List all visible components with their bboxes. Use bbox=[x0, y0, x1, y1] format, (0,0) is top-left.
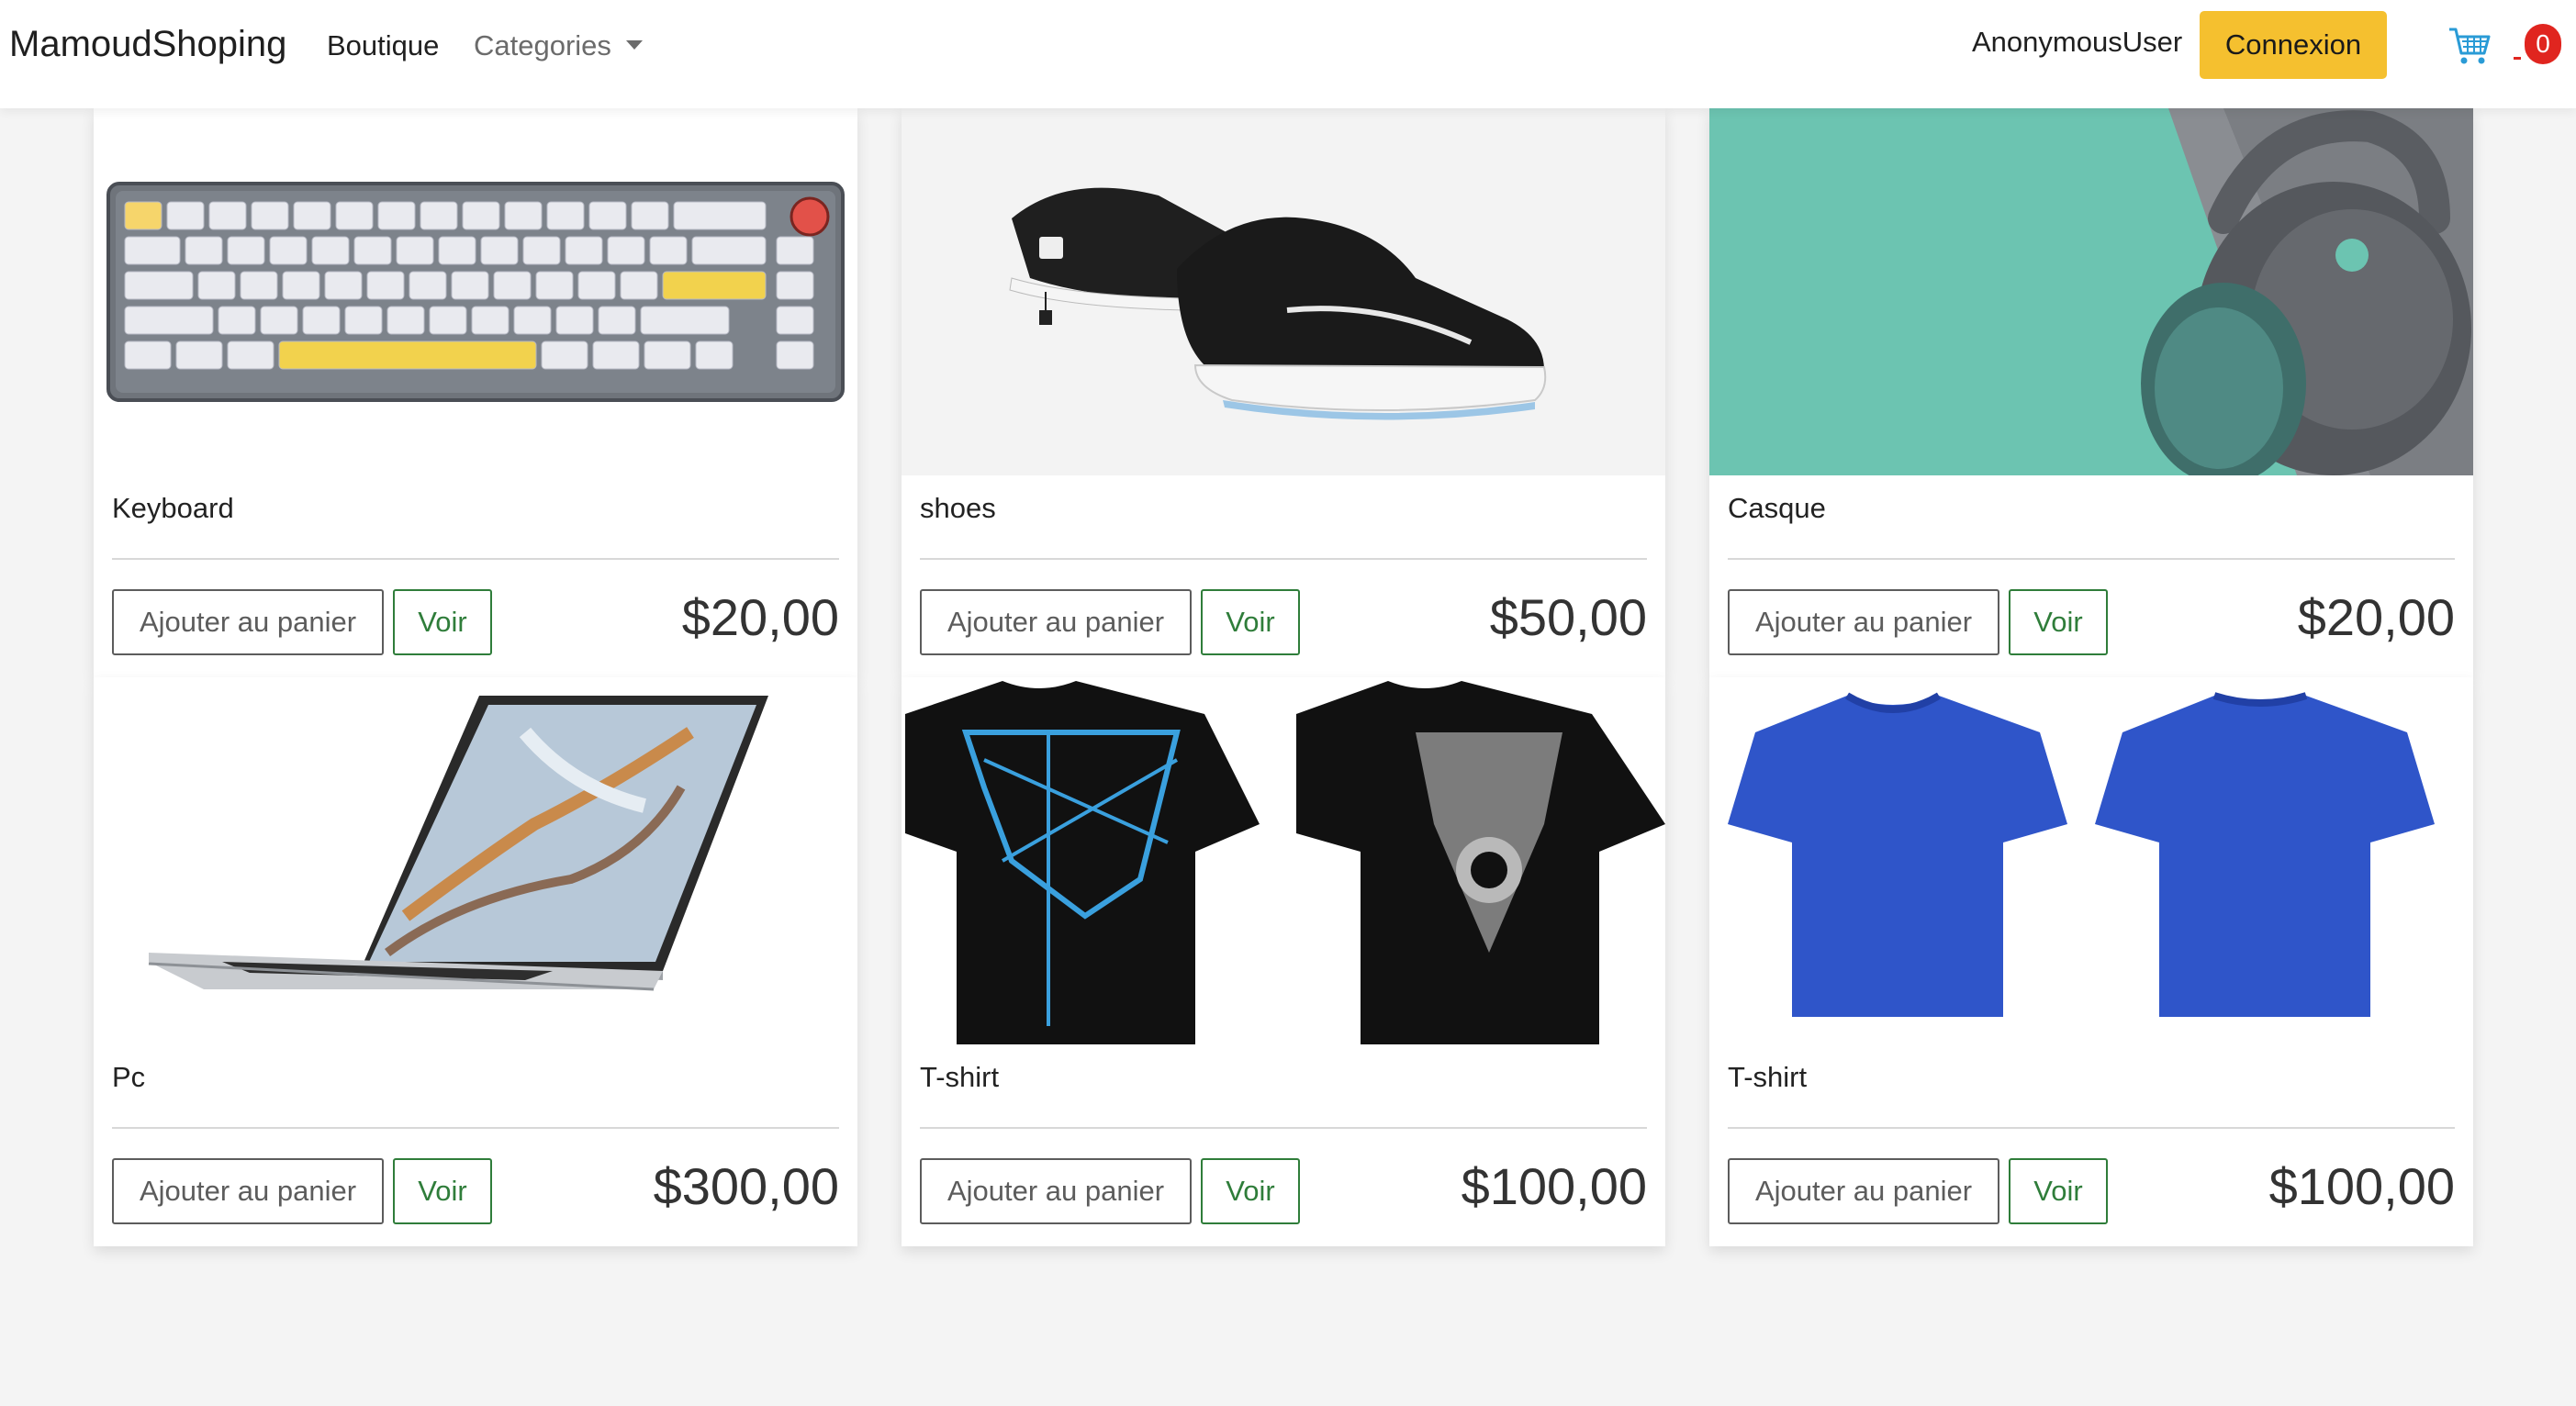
product-card: Pc Ajouter au panier Voir $300,00 bbox=[94, 677, 857, 1246]
product-image-headphones[interactable] bbox=[1709, 108, 2473, 475]
product-card: Keyboard Ajouter au panier Voir $20,00 bbox=[94, 108, 857, 677]
card-divider bbox=[920, 1127, 1647, 1129]
nav-boutique-link[interactable]: Boutique bbox=[327, 29, 439, 62]
view-product-button[interactable]: Voir bbox=[2009, 1158, 2108, 1224]
add-to-cart-button[interactable]: Ajouter au panier bbox=[920, 589, 1192, 655]
product-price: $20,00 bbox=[2297, 588, 2455, 646]
caret-down-icon bbox=[625, 39, 643, 50]
product-title[interactable]: Keyboard bbox=[112, 492, 234, 525]
product-image-blue-tshirt[interactable] bbox=[1709, 677, 2473, 1044]
card-divider bbox=[112, 1127, 839, 1129]
user-name: AnonymousUser bbox=[1972, 26, 2183, 58]
card-divider bbox=[1728, 1127, 2455, 1129]
card-divider bbox=[112, 558, 839, 560]
product-price: $300,00 bbox=[653, 1157, 839, 1215]
view-product-button[interactable]: Voir bbox=[1201, 1158, 1300, 1224]
product-price: $50,00 bbox=[1489, 588, 1647, 646]
nav-categories-label: Categories bbox=[474, 29, 611, 61]
product-card: Casque Ajouter au panier Voir $20,00 bbox=[1709, 108, 2473, 677]
product-title[interactable]: shoes bbox=[920, 492, 996, 525]
product-card: T-shirt Ajouter au panier Voir $100,00 bbox=[1709, 677, 2473, 1246]
product-image-keyboard[interactable] bbox=[94, 108, 857, 475]
product-title[interactable]: Casque bbox=[1728, 492, 1826, 525]
add-to-cart-button[interactable]: Ajouter au panier bbox=[1728, 589, 1999, 655]
product-title[interactable]: Pc bbox=[112, 1061, 145, 1094]
product-price: $100,00 bbox=[2268, 1157, 2455, 1215]
product-price: $100,00 bbox=[1461, 1157, 1647, 1215]
add-to-cart-button[interactable]: Ajouter au panier bbox=[920, 1158, 1192, 1224]
product-image-laptop[interactable] bbox=[94, 677, 857, 1044]
shopping-cart-icon[interactable] bbox=[2447, 26, 2492, 66]
card-divider bbox=[1728, 558, 2455, 560]
brand-logo[interactable]: MamoudShoping bbox=[9, 24, 286, 65]
card-divider bbox=[920, 558, 1647, 560]
cart-count-badge: 0 bbox=[2525, 24, 2561, 64]
product-card: T-shirt Ajouter au panier Voir $100,00 bbox=[902, 677, 1665, 1246]
product-title[interactable]: T-shirt bbox=[920, 1061, 999, 1094]
view-product-button[interactable]: Voir bbox=[2009, 589, 2108, 655]
add-to-cart-button[interactable]: Ajouter au panier bbox=[112, 1158, 384, 1224]
nav-categories-dropdown[interactable]: Categories bbox=[474, 29, 643, 62]
product-card: shoes Ajouter au panier Voir $50,00 bbox=[902, 108, 1665, 677]
view-product-button[interactable]: Voir bbox=[1201, 589, 1300, 655]
login-button[interactable]: Connexion bbox=[2200, 11, 2387, 79]
product-title[interactable]: T-shirt bbox=[1728, 1061, 1807, 1094]
top-navbar: MamoudShoping Boutique Categories Anonym… bbox=[0, 0, 2576, 108]
product-image-black-tshirt[interactable] bbox=[902, 677, 1665, 1044]
product-image-shoes[interactable] bbox=[902, 108, 1665, 475]
view-product-button[interactable]: Voir bbox=[393, 1158, 492, 1224]
cart-dot bbox=[2514, 57, 2521, 60]
view-product-button[interactable]: Voir bbox=[393, 589, 492, 655]
add-to-cart-button[interactable]: Ajouter au panier bbox=[112, 589, 384, 655]
add-to-cart-button[interactable]: Ajouter au panier bbox=[1728, 1158, 1999, 1224]
product-price: $20,00 bbox=[681, 588, 839, 646]
